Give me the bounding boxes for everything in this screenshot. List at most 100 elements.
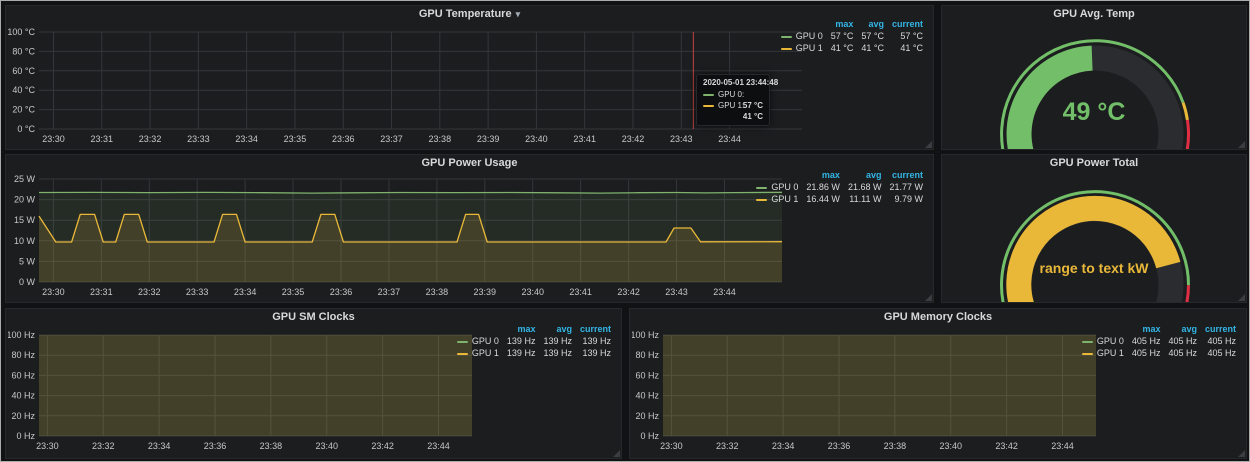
legend-column-header[interactable]: current xyxy=(1201,323,1240,335)
x-axis-label: 23:33 xyxy=(187,134,210,144)
series-color-icon xyxy=(457,353,468,355)
grafana-dashboard: GPU Temperature▾ 0 °C20 °C40 °C60 °C80 °… xyxy=(0,0,1250,462)
legend-series-toggle[interactable]: GPU 1 xyxy=(1078,347,1128,359)
gpu-sm-clocks-legend: maxavgcurrentGPU 0139 Hz139 Hz139 HzGPU … xyxy=(453,323,615,359)
tooltip-series-name: GPU 0: xyxy=(718,90,744,99)
panel-resize-handle[interactable] xyxy=(613,450,620,457)
legend-column-header[interactable]: avg xyxy=(539,323,576,335)
x-axis-label: 23:41 xyxy=(573,134,596,144)
legend-value: 41 °C xyxy=(857,42,888,54)
legend-value: 21.86 W xyxy=(802,181,844,193)
y-axis-label: 20 Hz xyxy=(635,411,659,421)
tooltip-timestamp: 2020-05-01 23:44:48 xyxy=(703,78,763,87)
panel-title-text: GPU Power Usage xyxy=(422,157,518,169)
legend-series-toggle[interactable]: GPU 1 xyxy=(752,193,802,205)
x-axis-label: 23:44 xyxy=(1051,441,1074,451)
panel-resize-handle[interactable] xyxy=(1238,450,1245,457)
chevron-down-icon: ▾ xyxy=(516,9,521,19)
legend-column-header[interactable]: max xyxy=(827,18,858,30)
y-axis-label: 15 W xyxy=(14,215,36,225)
legend-value: 21.68 W xyxy=(844,181,886,193)
series-color-icon xyxy=(703,105,714,107)
panel-title-text: GPU Avg. Temp xyxy=(1053,8,1135,20)
x-axis-label: 23:30 xyxy=(660,441,683,451)
x-axis-label: 23:42 xyxy=(622,134,645,144)
legend-value: 405 Hz xyxy=(1128,347,1165,359)
y-axis-label: 60 Hz xyxy=(11,370,35,380)
legend-value: 405 Hz xyxy=(1164,335,1201,347)
x-axis-label: 23:30 xyxy=(36,441,59,451)
legend-series-toggle[interactable]: GPU 0 xyxy=(752,181,802,193)
x-axis-label: 23:30 xyxy=(42,287,65,297)
x-axis-label: 23:43 xyxy=(665,287,688,297)
y-axis-label: 20 °C xyxy=(12,105,35,115)
y-axis-label: 25 W xyxy=(14,174,36,184)
series-color-icon xyxy=(781,48,792,50)
legend-row: GPU 021.86 W21.68 W21.77 W xyxy=(752,181,927,193)
x-axis-label: 23:41 xyxy=(569,287,592,297)
legend-column-header[interactable]: avg xyxy=(857,18,888,30)
tooltip-row: GPU 0:57 °C xyxy=(703,89,763,100)
gpu-avg-temp-gauge xyxy=(942,22,1248,149)
legend-column-header[interactable]: avg xyxy=(1164,323,1201,335)
x-axis-label: 23:34 xyxy=(772,441,795,451)
x-axis-label: 23:36 xyxy=(828,441,851,451)
y-axis-label: 80 °C xyxy=(12,46,35,56)
panel-resize-handle[interactable] xyxy=(925,141,932,148)
legend-value: 41 °C xyxy=(888,42,927,54)
panel-resize-handle[interactable] xyxy=(925,294,932,301)
panel-resize-handle[interactable] xyxy=(1238,141,1245,148)
x-axis-label: 23:40 xyxy=(521,287,544,297)
legend-series-toggle[interactable]: GPU 0 xyxy=(777,30,827,42)
x-axis-label: 23:38 xyxy=(429,134,452,144)
x-axis-label: 23:38 xyxy=(260,441,283,451)
series-color-icon xyxy=(756,187,767,189)
series-color-icon xyxy=(781,36,792,38)
gpu-memory-clocks-legend: maxavgcurrentGPU 0405 Hz405 Hz405 HzGPU … xyxy=(1078,323,1240,359)
y-axis-label: 60 °C xyxy=(12,66,35,76)
panel-gpu-avg-temp: GPU Avg. Temp 49 °C xyxy=(941,5,1247,150)
legend-value: 41 °C xyxy=(827,42,858,54)
series-color-icon xyxy=(1082,353,1093,355)
legend-series-toggle[interactable]: GPU 0 xyxy=(1078,335,1128,347)
panel-title-text: GPU Power Total xyxy=(1050,157,1138,169)
legend-value: 16.44 W xyxy=(802,193,844,205)
tooltip-series-name: GPU 1: xyxy=(718,101,744,110)
legend-column-header[interactable]: current xyxy=(885,169,927,181)
legend-column-header[interactable]: max xyxy=(503,323,540,335)
y-axis-label: 40 Hz xyxy=(11,391,35,401)
x-axis-label: 23:34 xyxy=(235,134,258,144)
x-axis-label: 23:36 xyxy=(332,134,355,144)
x-axis-label: 23:38 xyxy=(884,441,907,451)
legend-value: 21.77 W xyxy=(885,181,927,193)
y-axis-label: 0 W xyxy=(19,277,36,287)
gpu-power-usage-chart[interactable]: 0 W5 W10 W15 W20 W25 W23:3023:3123:3223:… xyxy=(8,169,788,302)
gpu-memory-clocks-chart[interactable]: 0 Hz20 Hz40 Hz60 Hz80 Hz100 Hz23:3023:32… xyxy=(632,323,1104,458)
panel-resize-handle[interactable] xyxy=(1238,294,1245,301)
panel-title-gpu-avg-temp[interactable]: GPU Avg. Temp xyxy=(942,6,1246,22)
legend-row: GPU 0139 Hz139 Hz139 Hz xyxy=(453,335,615,347)
legend-series-toggle[interactable]: GPU 0 xyxy=(453,335,503,347)
legend-series-toggle[interactable]: GPU 1 xyxy=(777,42,827,54)
legend-column-header[interactable]: max xyxy=(1128,323,1165,335)
legend-column-header[interactable]: avg xyxy=(844,169,886,181)
legend-column-header[interactable]: current xyxy=(888,18,927,30)
chart-tooltip: 2020-05-01 23:44:48 GPU 0:57 °C GPU 1:41… xyxy=(696,74,770,126)
y-axis-label: 20 W xyxy=(14,195,36,205)
panel-gpu-temperature: GPU Temperature▾ 0 °C20 °C40 °C60 °C80 °… xyxy=(5,5,934,150)
panel-title-gpu-power-total[interactable]: GPU Power Total xyxy=(942,155,1246,171)
legend-value: 11.11 W xyxy=(844,193,886,205)
gpu-temperature-chart[interactable]: 0 °C20 °C40 °C60 °C80 °C100 °C23:3023:31… xyxy=(8,22,808,149)
legend-column-header[interactable]: current xyxy=(576,323,615,335)
gpu-sm-clocks-chart[interactable]: 0 Hz20 Hz40 Hz60 Hz80 Hz100 Hz23:3023:32… xyxy=(8,323,480,458)
x-axis-label: 23:32 xyxy=(92,441,115,451)
legend-column-header[interactable]: max xyxy=(802,169,844,181)
x-axis-label: 23:31 xyxy=(90,287,113,297)
y-axis-label: 20 Hz xyxy=(11,411,35,421)
legend-value: 139 Hz xyxy=(576,335,615,347)
legend-value: 139 Hz xyxy=(576,347,615,359)
y-axis-label: 100 Hz xyxy=(632,330,659,340)
legend-series-toggle[interactable]: GPU 1 xyxy=(453,347,503,359)
legend-value: 139 Hz xyxy=(503,335,540,347)
x-axis-label: 23:32 xyxy=(139,134,162,144)
